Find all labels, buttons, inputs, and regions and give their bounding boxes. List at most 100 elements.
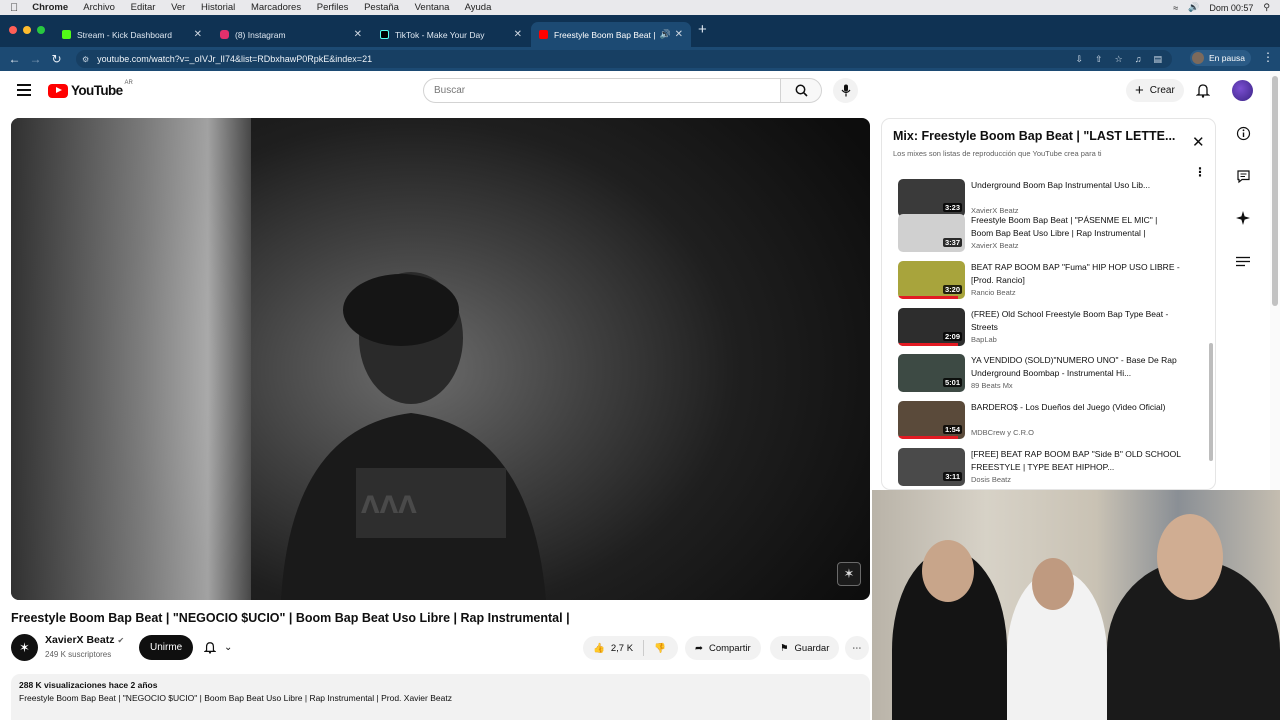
search-input[interactable]: Buscar bbox=[423, 78, 781, 103]
video-title[interactable]: Freestyle Boom Bap Beat | "PÁSENME EL MI… bbox=[971, 214, 1181, 240]
video-thumbnail[interactable]: 3:37 bbox=[898, 214, 965, 252]
close-tab-icon[interactable]: ✕ bbox=[514, 29, 522, 40]
dislike-button[interactable]: 👎 bbox=[644, 643, 676, 654]
menu-perfiles[interactable]: Perfiles bbox=[317, 2, 349, 13]
youtube-logo[interactable]: YouTube AR bbox=[48, 80, 133, 98]
join-button[interactable]: Unirme bbox=[139, 635, 194, 660]
close-tab-icon[interactable]: ✕ bbox=[354, 29, 362, 40]
video-title[interactable]: (FREE) Old School Freestyle Boom Bap Typ… bbox=[971, 308, 1181, 334]
video-title[interactable]: YA VENDIDO (SOLD)"NUMERO UNO" - Base De … bbox=[971, 354, 1181, 380]
video-duration: 3:23 bbox=[942, 203, 962, 212]
close-tab-icon[interactable]: ✕ bbox=[194, 29, 202, 40]
menu-ayuda[interactable]: Ayuda bbox=[465, 2, 492, 13]
search-button[interactable] bbox=[780, 78, 822, 103]
tab-label: TikTok - Make Your Day bbox=[395, 29, 485, 40]
profile-pause-chip[interactable]: En pausa bbox=[1190, 50, 1251, 66]
playlist-menu-icon[interactable]: ⋮ bbox=[1194, 165, 1206, 179]
video-thumbnail[interactable]: 3:20 bbox=[898, 261, 965, 299]
video-title[interactable]: BEAT RAP BOOM BAP "Fuma" HIP HOP USO LIB… bbox=[971, 261, 1181, 287]
video-thumbnail[interactable]: 2:09 bbox=[898, 308, 965, 346]
video-thumbnail[interactable]: 5:01 bbox=[898, 354, 965, 392]
playlist-icon[interactable] bbox=[1228, 247, 1258, 277]
window-controls bbox=[9, 26, 45, 34]
playlist-item[interactable]: 3:11 [FREE] BEAT RAP BOOM BAP "Side B" OL… bbox=[898, 448, 1193, 489]
menu-marcadores[interactable]: Marcadores bbox=[251, 2, 301, 13]
share-page-icon[interactable]: ⇧ bbox=[1095, 54, 1103, 65]
chrome-menu-icon[interactable]: ⋮ bbox=[1262, 50, 1274, 64]
channel-name[interactable]: XavierX Beatz ✔ bbox=[45, 634, 124, 646]
voice-search-button[interactable] bbox=[833, 78, 858, 103]
video-thumbnail[interactable]: 3:11 bbox=[898, 448, 965, 486]
apple-icon[interactable]:  bbox=[10, 2, 18, 14]
playlist-item[interactable]: 2:09 (FREE) Old School Freestyle Boom Bap… bbox=[898, 308, 1193, 352]
new-tab-icon[interactable]: + bbox=[698, 21, 707, 38]
audio-playing-icon[interactable]: 🔊 bbox=[660, 29, 671, 40]
back-icon[interactable]: ← bbox=[4, 52, 25, 66]
save-button[interactable]: ⚑ Guardar bbox=[770, 636, 840, 660]
volume-icon[interactable]: 🔊 bbox=[1188, 2, 1199, 13]
menu-ver[interactable]: Ver bbox=[171, 2, 185, 13]
page-scrollbar[interactable] bbox=[1270, 71, 1280, 490]
spotlight-icon[interactable]: ⚲ bbox=[1263, 2, 1270, 13]
zoom-window-icon[interactable] bbox=[37, 26, 45, 34]
playlist-title[interactable]: Mix: Freestyle Boom Bap Beat | "LAST LET… bbox=[893, 129, 1183, 143]
bookmark-icon: ⚑ bbox=[780, 642, 789, 654]
subscription-bell-button[interactable]: ⌄ bbox=[196, 635, 240, 660]
playlist-item[interactable]: 3:20 BEAT RAP BOOM BAP "Fuma" HIP HOP USO… bbox=[898, 261, 1193, 305]
media-controls-icon[interactable]: ♫ bbox=[1135, 54, 1142, 65]
tab-tiktok[interactable]: TikTok - Make Your Day ✕ bbox=[372, 22, 530, 47]
account-avatar[interactable] bbox=[1232, 80, 1253, 101]
video-title[interactable]: Underground Boom Bap Instrumental Uso Li… bbox=[971, 179, 1181, 192]
hamburger-menu-icon[interactable] bbox=[17, 84, 31, 99]
menu-editar[interactable]: Editar bbox=[131, 2, 156, 13]
menu-archivo[interactable]: Archivo bbox=[83, 2, 115, 13]
share-icon: ➦ bbox=[695, 642, 703, 654]
close-tab-icon[interactable]: ✕ bbox=[675, 29, 683, 40]
playlist-scrollbar[interactable] bbox=[1209, 343, 1213, 461]
minimize-window-icon[interactable] bbox=[23, 26, 31, 34]
video-title[interactable]: BARDERO$ - Los Dueños del Juego (Video O… bbox=[971, 401, 1181, 414]
reload-icon[interactable]: ↻ bbox=[46, 52, 67, 66]
chat-icon[interactable] bbox=[1228, 161, 1258, 191]
notifications-bell-icon[interactable] bbox=[1196, 83, 1210, 98]
search-placeholder: Buscar bbox=[434, 85, 466, 96]
menu-pestana[interactable]: Pestaña bbox=[364, 2, 399, 13]
site-info-icon[interactable]: ⚙ bbox=[82, 55, 89, 64]
ai-sparkle-icon[interactable] bbox=[1228, 203, 1258, 233]
close-window-icon[interactable] bbox=[9, 26, 17, 34]
tab-instagram[interactable]: (8) Instagram ✕ bbox=[212, 22, 370, 47]
menu-app-name[interactable]: Chrome bbox=[32, 2, 68, 13]
channel-avatar[interactable]: ✶ bbox=[11, 634, 38, 661]
video-player[interactable]: ΛΛΛ ✶ bbox=[11, 118, 870, 600]
forward-icon[interactable]: → bbox=[25, 52, 46, 66]
like-dislike-group: 👍 2,7 K 👎 bbox=[583, 636, 678, 660]
video-thumbnail[interactable]: 3:23 bbox=[898, 179, 965, 217]
tab-youtube[interactable]: Freestyle Boom Bap Beat | 🔊 ✕ bbox=[531, 22, 691, 47]
share-button[interactable]: ➦ Compartir bbox=[685, 636, 761, 660]
address-bar[interactable]: ⚙ youtube.com/watch?v=_oIVJr_lI74&list=R… bbox=[76, 50, 1172, 68]
clock[interactable]: Dom 00:57 bbox=[1209, 3, 1253, 13]
chevron-down-icon: ⌄ bbox=[224, 642, 233, 653]
menu-ventana[interactable]: Ventana bbox=[415, 2, 450, 13]
install-icon[interactable]: ⇩ bbox=[1076, 54, 1084, 65]
playlist-item[interactable]: 5:01 YA VENDIDO (SOLD)"NUMERO UNO" - Base… bbox=[898, 354, 1193, 398]
video-thumbnail[interactable]: 1:54 bbox=[898, 401, 965, 439]
description-box[interactable]: 288 K visualizaciones hace 2 años Freest… bbox=[11, 674, 870, 720]
more-actions-button[interactable]: ⋯ bbox=[845, 636, 869, 660]
playlist-item[interactable]: 3:37 Freestyle Boom Bap Beat | "PÁSENME E… bbox=[898, 214, 1193, 258]
close-playlist-icon[interactable]: ✕ bbox=[1192, 133, 1205, 151]
create-button[interactable]: + Crear bbox=[1126, 79, 1184, 102]
wifi-icon[interactable]: ≈ bbox=[1173, 3, 1178, 13]
info-icon[interactable] bbox=[1228, 118, 1258, 148]
playlist-item[interactable]: 1:54 BARDERO$ - Los Dueños del Juego (Vid… bbox=[898, 401, 1193, 445]
like-button[interactable]: 👍 2,7 K bbox=[583, 640, 645, 656]
tab-kick[interactable]: Stream - Kick Dashboard ✕ bbox=[54, 22, 210, 47]
bell-icon bbox=[204, 642, 216, 654]
bookmark-star-icon[interactable]: ☆ bbox=[1115, 54, 1123, 65]
side-panel-icon[interactable]: ▤ bbox=[1153, 54, 1162, 65]
macos-menu-bar:  Chrome Archivo Editar Ver Historial Ma… bbox=[0, 0, 1280, 15]
menu-historial[interactable]: Historial bbox=[201, 2, 235, 13]
channel-watermark-icon[interactable]: ✶ bbox=[837, 562, 861, 586]
youtube-header: YouTube AR Buscar + Crear bbox=[0, 71, 1270, 111]
video-title[interactable]: [FREE] BEAT RAP BOOM BAP "Side B" OLD SC… bbox=[971, 448, 1181, 474]
